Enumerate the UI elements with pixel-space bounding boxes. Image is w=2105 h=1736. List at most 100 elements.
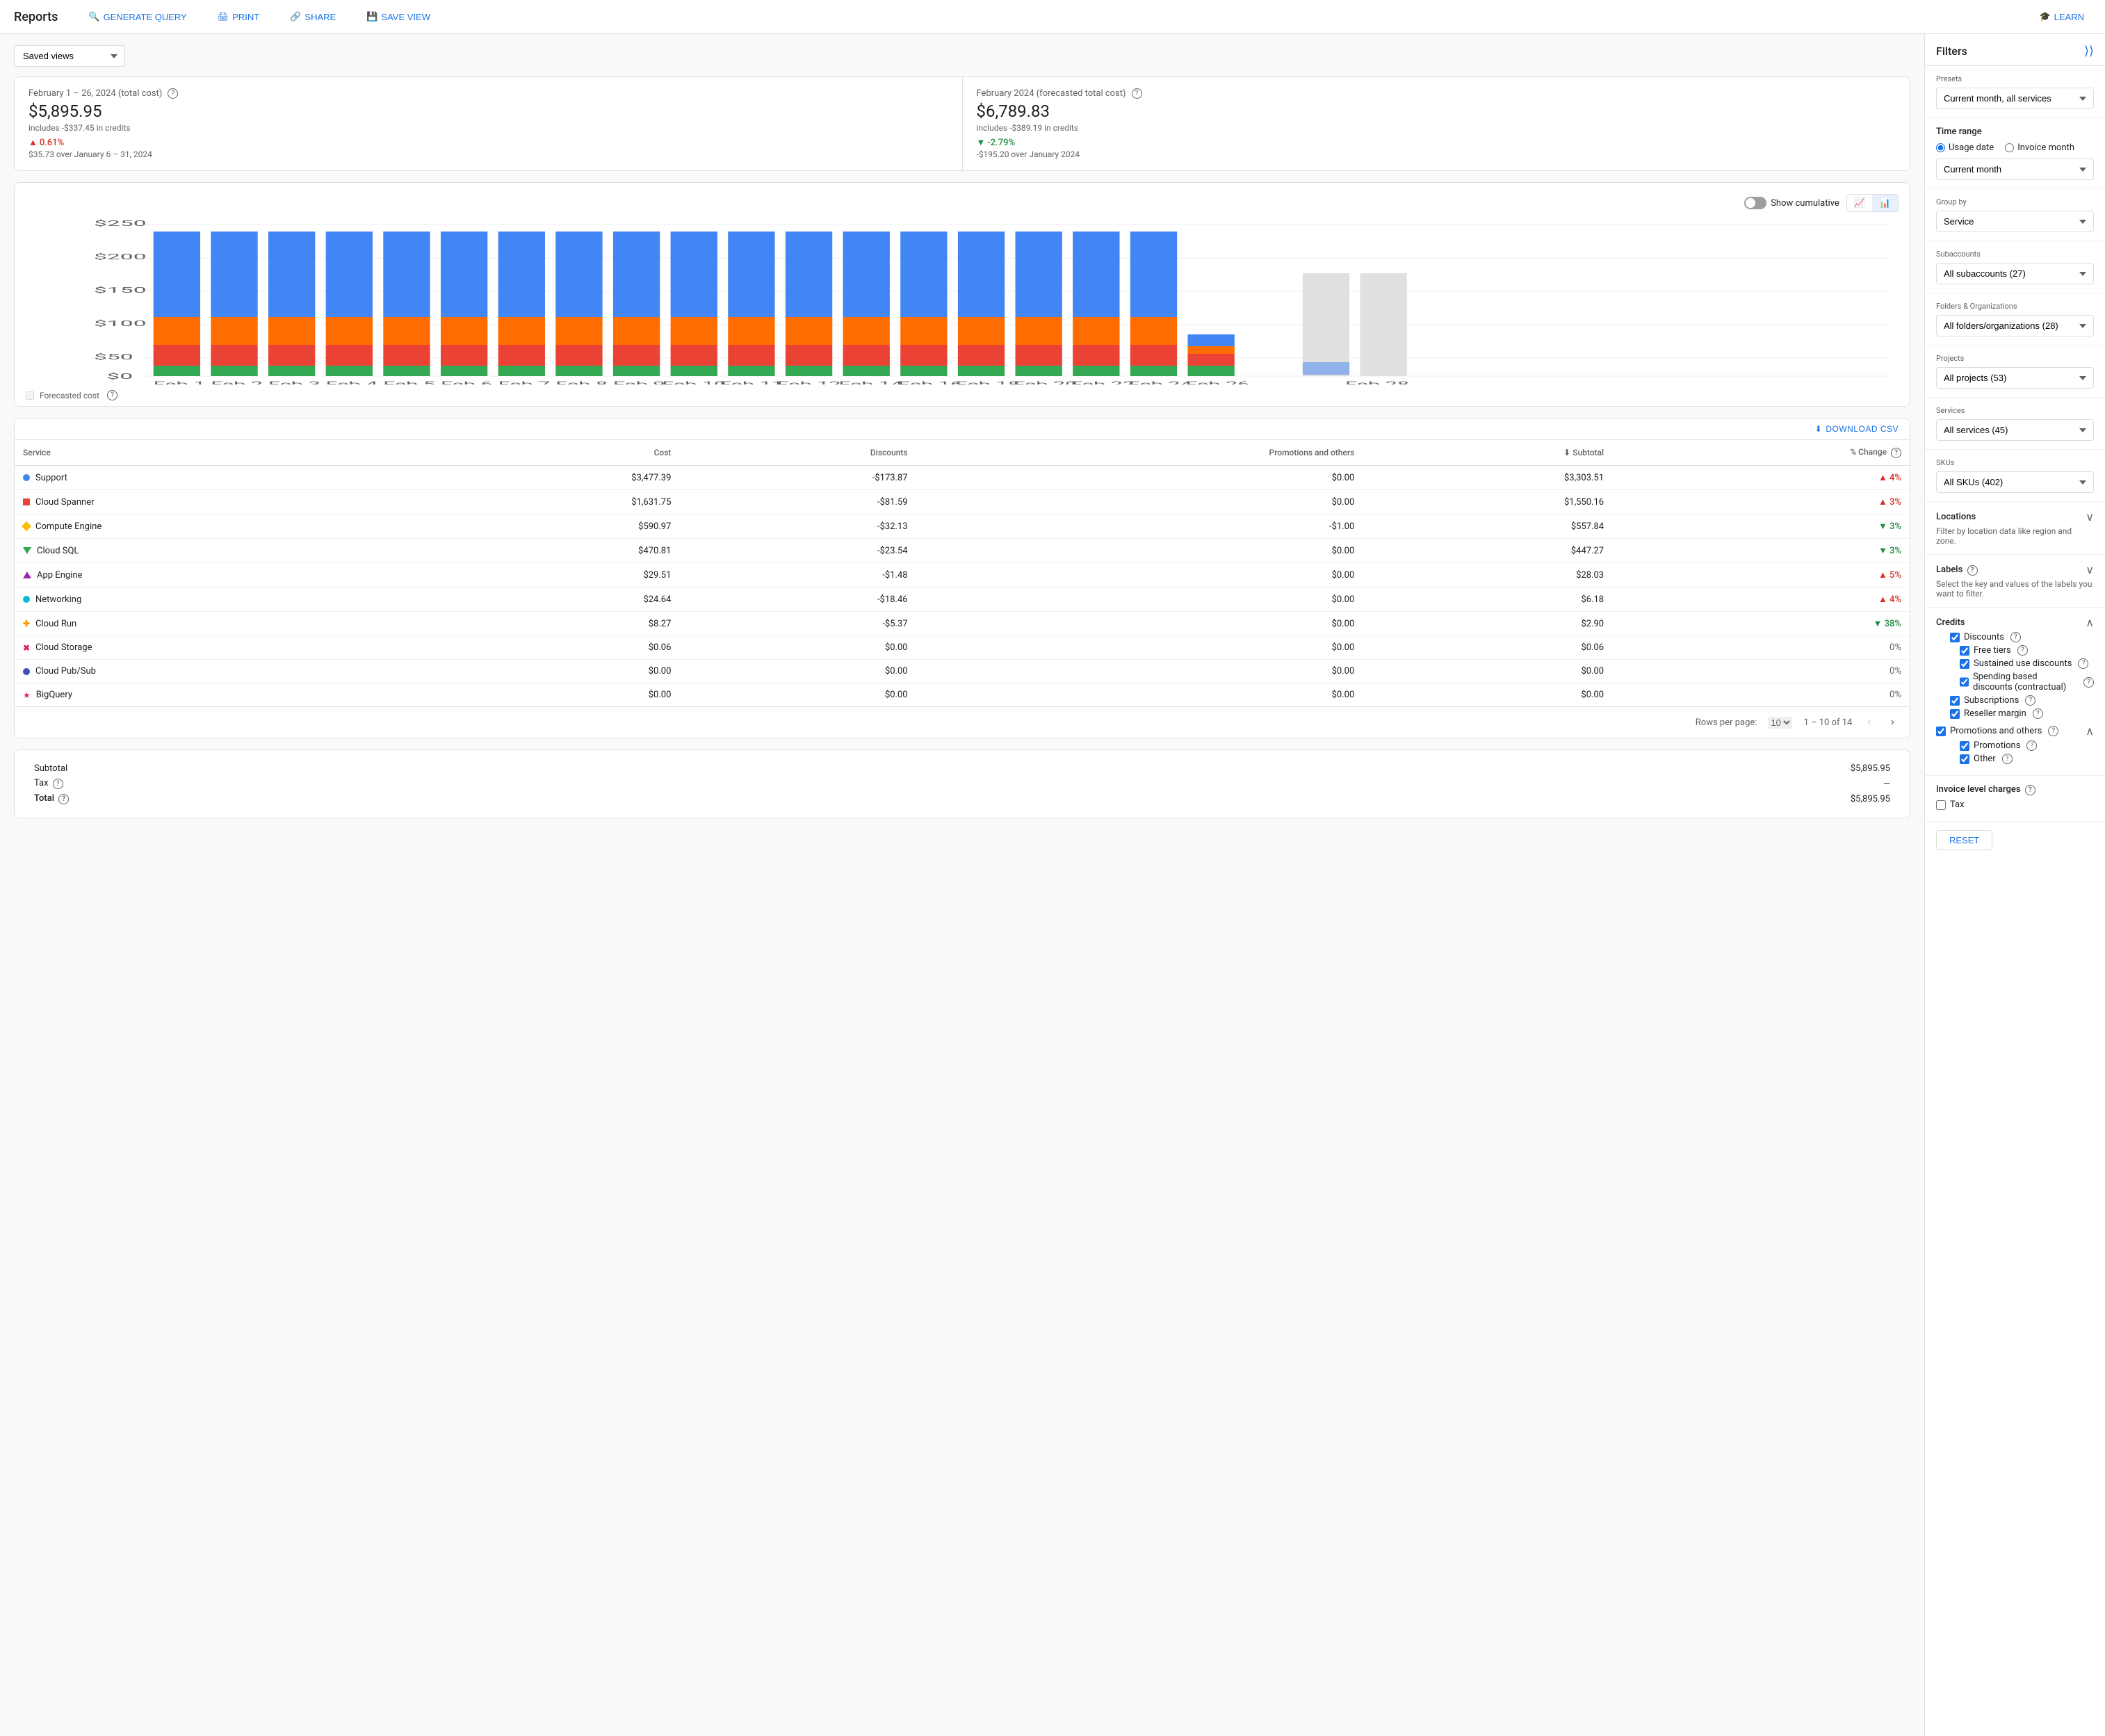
change-help-icon[interactable]: ? (1891, 448, 1901, 458)
service-cell: App Engine (15, 563, 432, 587)
group-by-select[interactable]: Service (1936, 211, 2094, 232)
svg-text:$150: $150 (94, 286, 147, 295)
toggle-icon (1744, 197, 1766, 209)
promo-cell: $0.00 (916, 683, 1363, 707)
saved-views-select[interactable]: Saved views (14, 45, 125, 67)
invoice-charges-help-icon[interactable]: ? (2025, 785, 2035, 795)
generate-query-button[interactable]: 🔍 GENERATE QUERY (81, 7, 193, 26)
show-cumulative-toggle[interactable]: Show cumulative (1744, 197, 1839, 209)
promo-others-checkbox[interactable] (1936, 727, 1946, 736)
invoice-charges-section: Invoice level charges ? Tax (1925, 776, 2105, 822)
reseller-checkbox[interactable] (1950, 709, 1960, 719)
invoice-month-radio[interactable] (2005, 143, 2014, 152)
promotions-checkbox[interactable] (1960, 741, 1969, 751)
tax-help-icon[interactable]: ? (53, 779, 63, 789)
free-tiers-help-icon[interactable]: ? (2017, 645, 2028, 656)
discounts-checkbox-item[interactable]: Discounts ? (1950, 632, 2094, 642)
total-help-icon[interactable]: ? (58, 794, 69, 804)
cost-cell: $590.97 (432, 514, 679, 539)
promo-collapse-row[interactable]: Promotions and others ? ∧ (1936, 724, 2094, 738)
save-view-button[interactable]: 💾 SAVE VIEW (359, 7, 437, 26)
locations-section: Locations ∨ Filter by location data like… (1925, 502, 2105, 555)
locations-collapse-row[interactable]: Locations ∨ (1936, 510, 2094, 524)
svg-text:Feb 28: Feb 28 (1345, 380, 1409, 384)
projects-select[interactable]: All projects (53) (1936, 367, 2094, 389)
promotions-help-icon[interactable]: ? (2026, 740, 2037, 751)
page-title: Reports (14, 10, 58, 24)
prev-page-button[interactable]: ‹ (1863, 714, 1875, 731)
forecasted-cost-help-icon[interactable]: ? (1132, 88, 1142, 99)
tax-invoice-checkbox[interactable] (1936, 800, 1946, 810)
credits-collapse-row[interactable]: Credits ∧ (1936, 616, 2094, 629)
print-button[interactable]: 🖨 PRINT (211, 7, 267, 26)
arrow-down-icon: ▼ (977, 137, 986, 148)
discounts-cell: $0.00 (679, 660, 916, 683)
presets-select[interactable]: Current month, all services (1936, 88, 2094, 109)
promotions-checkbox-item[interactable]: Promotions ? (1960, 740, 2094, 751)
reseller-help-icon[interactable]: ? (2033, 708, 2043, 719)
subaccounts-select[interactable]: All subaccounts (27) (1936, 263, 2094, 284)
subscriptions-help-icon[interactable]: ? (2025, 695, 2035, 706)
reseller-checkbox-item[interactable]: Reseller margin ? (1950, 708, 2094, 719)
next-page-button[interactable]: › (1887, 714, 1899, 731)
tax-label: Tax ? (29, 776, 916, 791)
subscriptions-checkbox-item[interactable]: Subscriptions ? (1950, 695, 2094, 706)
skus-select[interactable]: All SKUs (402) (1936, 471, 2094, 493)
rows-per-page-select[interactable]: 10 25 50 (1768, 717, 1792, 729)
sustained-checkbox-item[interactable]: Sustained use discounts ? (1960, 658, 2094, 669)
other-checkbox[interactable] (1960, 754, 1969, 764)
current-month-select[interactable]: Current month (1936, 159, 2094, 180)
invoice-month-radio-label[interactable]: Invoice month (2005, 143, 2074, 153)
services-select[interactable]: All services (45) (1936, 419, 2094, 441)
reset-button[interactable]: RESET (1936, 830, 1992, 850)
cost-cards: February 1 – 26, 2024 (total cost) ? $5,… (14, 76, 1910, 171)
sustained-checkbox[interactable] (1960, 659, 1969, 669)
forecasted-cost-value: $6,789.83 (977, 102, 1896, 121)
usage-date-radio[interactable] (1936, 143, 1945, 152)
service-cell: ✖Cloud Storage (15, 636, 432, 660)
table-header-row: ⬇ DOWNLOAD CSV (15, 419, 1910, 440)
subtotal-label: Subtotal (29, 761, 916, 776)
subscriptions-checkbox[interactable] (1950, 696, 1960, 706)
discounts-checkbox[interactable] (1950, 633, 1960, 642)
spending-checkbox-item[interactable]: Spending based discounts (contractual) ? (1960, 672, 2094, 692)
subtotal-cell: $447.27 (1363, 539, 1612, 563)
save-icon: 💾 (366, 11, 377, 22)
usage-date-radio-label[interactable]: Usage date (1936, 143, 1994, 153)
table-row: ★BigQuery $0.00 $0.00 $0.00 $0.00 0% (15, 683, 1910, 707)
actual-cost-help-icon[interactable]: ? (168, 88, 178, 99)
other-help-icon[interactable]: ? (2002, 754, 2013, 764)
svg-text:Feb 4: Feb 4 (326, 380, 378, 384)
learn-button[interactable]: 🎓 LEARN (2032, 7, 2091, 26)
line-chart-button[interactable]: 📈 (1847, 195, 1873, 211)
free-tiers-checkbox[interactable] (1960, 646, 1969, 656)
discounts-help-icon[interactable]: ? (2010, 632, 2021, 642)
skus-label: SKUs (1936, 458, 2094, 467)
tax-invoice-checkbox-item[interactable]: Tax (1936, 800, 2094, 810)
spending-checkbox[interactable] (1960, 677, 1969, 687)
cost-cell: $24.64 (432, 587, 679, 612)
discounts-cell: -$173.87 (679, 466, 916, 490)
labels-collapse-row[interactable]: Labels ? ∨ (1936, 563, 2094, 576)
forecast-legend-help[interactable]: ? (107, 390, 117, 400)
bar-chart-button[interactable]: 📊 (1872, 195, 1898, 211)
presets-section: Presets Current month, all services (1925, 66, 2105, 118)
free-tiers-checkbox-item[interactable]: Free tiers ? (1960, 645, 2094, 656)
labels-chevron-icon: ∨ (2086, 563, 2094, 576)
discounts-cell: -$5.37 (679, 612, 916, 636)
cost-cell: $0.00 (432, 683, 679, 707)
filter-collapse-icon[interactable]: ⟩⟩ (2084, 44, 2094, 58)
promo-others-checkbox-item[interactable]: Promotions and others ? (1936, 726, 2058, 736)
labels-help-icon[interactable]: ? (1967, 565, 1978, 576)
skus-section: SKUs All SKUs (402) (1925, 450, 2105, 502)
promo-others-help-icon[interactable]: ? (2048, 726, 2058, 736)
sustained-help-icon[interactable]: ? (2078, 658, 2088, 669)
other-checkbox-item[interactable]: Other ? (1960, 754, 2094, 764)
share-button[interactable]: 🔗 SHARE (283, 7, 343, 26)
download-csv-button[interactable]: ⬇ DOWNLOAD CSV (1815, 424, 1899, 434)
service-cell: Compute Engine (15, 514, 432, 539)
spending-help-icon[interactable]: ? (2083, 677, 2094, 688)
change-cell: ▼ 38% (1612, 612, 1910, 636)
search-icon: 🔍 (88, 11, 99, 22)
folders-select[interactable]: All folders/organizations (28) (1936, 315, 2094, 336)
